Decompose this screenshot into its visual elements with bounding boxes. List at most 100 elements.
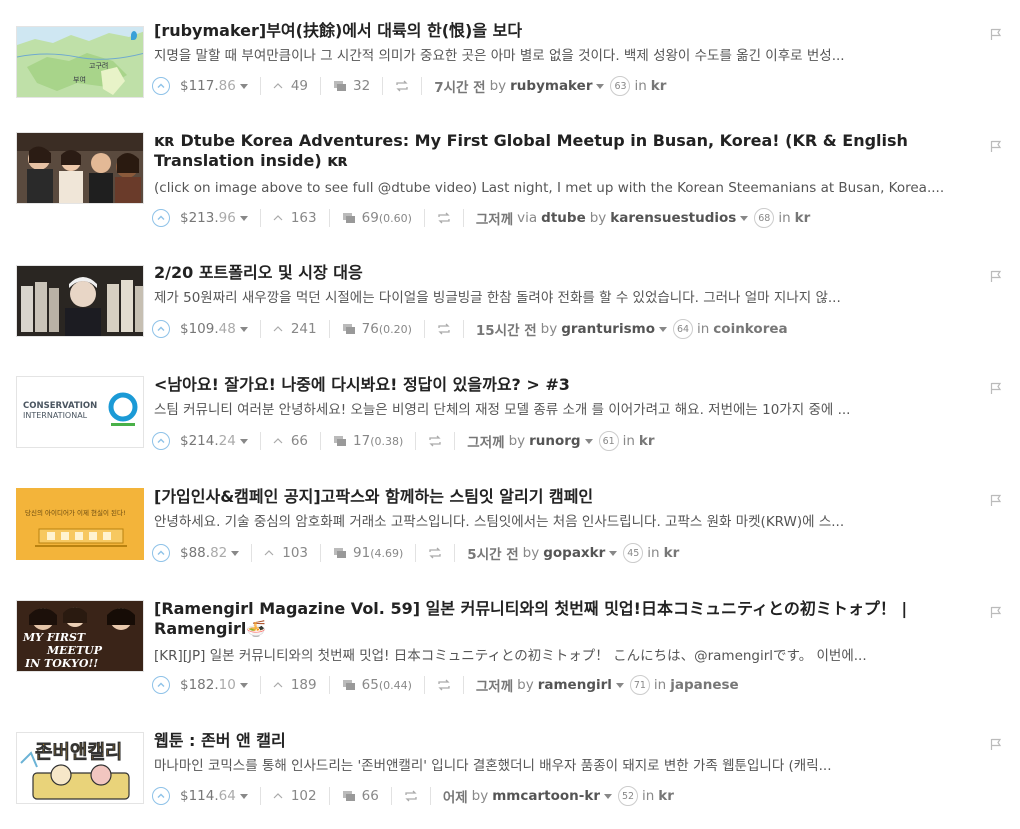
flag-icon[interactable] [990, 738, 1004, 752]
votes-count[interactable]: 163 [273, 210, 317, 226]
upvote-button[interactable] [152, 432, 170, 450]
caret-down-icon[interactable] [615, 682, 624, 688]
post-thumbnail[interactable]: 고구려 부여 [16, 26, 144, 98]
payout-value[interactable]: $114. 64 [180, 788, 248, 804]
resteem-button[interactable] [437, 679, 451, 691]
upvote-button[interactable] [152, 544, 170, 562]
payout-value[interactable]: $117. 86 [180, 78, 248, 94]
post-summary[interactable]: [KR][JP] 일본 커뮤니티와의 첫번째 밋업! 日本コミュニティとの初ミト… [154, 646, 984, 666]
payout-value[interactable]: $214. 24 [180, 433, 248, 449]
post-thumbnail[interactable]: 당신의 아이디어가 이제 현실이 된다! [16, 488, 144, 560]
resteem-button[interactable] [404, 790, 418, 802]
post-time[interactable]: 7시간 전 [434, 76, 485, 96]
post-title[interactable]: 2/20 포트폴리오 및 시장 대응 [154, 263, 954, 283]
author-link[interactable]: karensuestudios [610, 210, 736, 226]
post-summary[interactable]: 안녕하세요. 기술 중심의 암호화폐 거래소 고팍스입니다. 스팀잇에서는 처음… [154, 512, 984, 532]
post-time[interactable]: 그저께 [476, 208, 513, 228]
post-title[interactable]: [Ramengirl Magazine Vol. 59] 일본 커뮤니티와의 첫… [154, 599, 954, 639]
post-summary[interactable]: (click on image above to see full @dtube… [154, 178, 984, 198]
author-link[interactable]: ramengirl [538, 677, 612, 693]
caret-down-icon[interactable] [239, 215, 248, 221]
flag-icon[interactable] [990, 606, 1004, 620]
category-link[interactable]: kr [639, 433, 655, 449]
comments-count[interactable]: 69 (0.60) [342, 210, 412, 226]
caret-down-icon[interactable] [609, 550, 618, 556]
caret-down-icon[interactable] [239, 793, 248, 799]
author-link[interactable]: rubymaker [510, 78, 592, 94]
upvote-button[interactable] [152, 787, 170, 805]
category-link[interactable]: kr [651, 78, 667, 94]
votes-count[interactable]: 189 [273, 677, 317, 693]
caret-down-icon[interactable] [584, 438, 593, 444]
divider [462, 320, 464, 338]
post-summary[interactable]: 제가 50원짜리 새우깡을 먹던 시절에는 다이얼을 빙글빙글 한참 돌려야 전… [154, 288, 984, 308]
votes-count[interactable]: 241 [273, 321, 317, 337]
post-thumbnail[interactable]: 존버앤캘리 [16, 732, 144, 804]
author-link[interactable]: mmcartoon-kr [492, 788, 600, 804]
votes-count[interactable]: 49 [273, 78, 308, 94]
category-link[interactable]: kr [795, 210, 811, 226]
flag-icon[interactable] [990, 270, 1004, 284]
payout-value[interactable]: $109. 48 [180, 321, 248, 337]
author-link[interactable]: granturismo [561, 321, 655, 337]
caret-down-icon[interactable] [239, 682, 248, 688]
caret-down-icon[interactable] [596, 83, 605, 89]
author-link[interactable]: gopaxkr [543, 545, 605, 561]
upvote-button[interactable] [152, 209, 170, 227]
payout-value[interactable]: $88. 82 [180, 545, 240, 561]
category-link[interactable]: kr [664, 545, 680, 561]
post-time[interactable]: 5시간 전 [467, 543, 518, 563]
caret-down-icon[interactable] [603, 793, 612, 799]
app-link[interactable]: dtube [541, 210, 586, 226]
caret-down-icon[interactable] [231, 550, 240, 556]
author-link[interactable]: runorg [529, 433, 580, 449]
comments-count[interactable]: 65 (0.44) [342, 677, 412, 693]
post-thumbnail[interactable] [16, 265, 144, 337]
resteem-button[interactable] [428, 547, 442, 559]
resteem-button[interactable] [395, 80, 409, 92]
comments-count[interactable]: 32 [333, 78, 370, 94]
category-link[interactable]: japanese [670, 677, 738, 693]
flag-icon[interactable] [990, 494, 1004, 508]
upvote-button[interactable] [152, 77, 170, 95]
caret-down-icon[interactable] [239, 438, 248, 444]
post-time[interactable]: 어제 [443, 786, 468, 806]
payout-value[interactable]: $182. 10 [180, 677, 248, 693]
payout-value[interactable]: $213. 96 [180, 210, 248, 226]
caret-down-icon[interactable] [239, 326, 248, 332]
post-summary[interactable]: 지명을 말할 때 부여만큼이나 그 시간적 의미가 중요한 곳은 아마 별로 없… [154, 46, 984, 66]
upvote-button[interactable] [152, 676, 170, 694]
caret-down-icon[interactable] [740, 215, 749, 221]
post-title[interactable]: <남아요! 잘가요! 나중에 다시봐요! 정답이 있을까요? > #3 [154, 375, 954, 395]
category-link[interactable]: coinkorea [713, 321, 787, 337]
post-title[interactable]: 웹툰 : 존버 앤 캘리 [154, 731, 954, 751]
votes-count[interactable]: 66 [273, 433, 308, 449]
post-time[interactable]: 15시간 전 [476, 319, 537, 339]
comments-count[interactable]: 66 [342, 788, 379, 804]
post-title[interactable]: [가입인사&캠페인 공지]고팍스와 함께하는 스팀잇 알리기 캠페인 [154, 487, 954, 507]
post-time[interactable]: 그저께 [467, 431, 504, 451]
comments-count[interactable]: 17 (0.38) [333, 433, 403, 449]
flag-icon[interactable] [990, 28, 1004, 42]
resteem-button[interactable] [428, 435, 442, 447]
post-time[interactable]: 그저께 [476, 675, 513, 695]
flag-icon[interactable] [990, 140, 1004, 154]
caret-down-icon[interactable] [239, 83, 248, 89]
post-thumbnail[interactable]: MY FIRST MEETUP IN TOKYO!! [16, 600, 144, 672]
resteem-button[interactable] [437, 323, 451, 335]
votes-count[interactable]: 102 [273, 788, 317, 804]
upvote-button[interactable] [152, 320, 170, 338]
caret-down-icon[interactable] [658, 326, 667, 332]
post-title[interactable]: ᴋʀ Dtube Korea Adventures: My First Glob… [154, 131, 954, 171]
votes-count[interactable]: 103 [264, 545, 308, 561]
post-summary[interactable]: 스팀 커뮤니티 여러분 안녕하세요! 오늘은 비영리 단체의 재정 모델 종류 … [154, 400, 984, 420]
flag-icon[interactable] [990, 382, 1004, 396]
post-thumbnail[interactable]: CONSERVATION INTERNATIONAL [16, 376, 144, 448]
comments-count[interactable]: 91 (4.69) [333, 545, 403, 561]
resteem-button[interactable] [437, 212, 451, 224]
post-summary[interactable]: 마나마인 코믹스를 통해 인사드리는 '존버앤캘리' 입니다 결혼했더니 배우자… [154, 756, 984, 776]
post-thumbnail[interactable] [16, 132, 144, 204]
comments-count[interactable]: 76 (0.20) [342, 321, 412, 337]
post-title[interactable]: [rubymaker]부여(扶餘)에서 대륙의 한(恨)을 보다 [154, 21, 954, 41]
category-link[interactable]: kr [658, 788, 674, 804]
